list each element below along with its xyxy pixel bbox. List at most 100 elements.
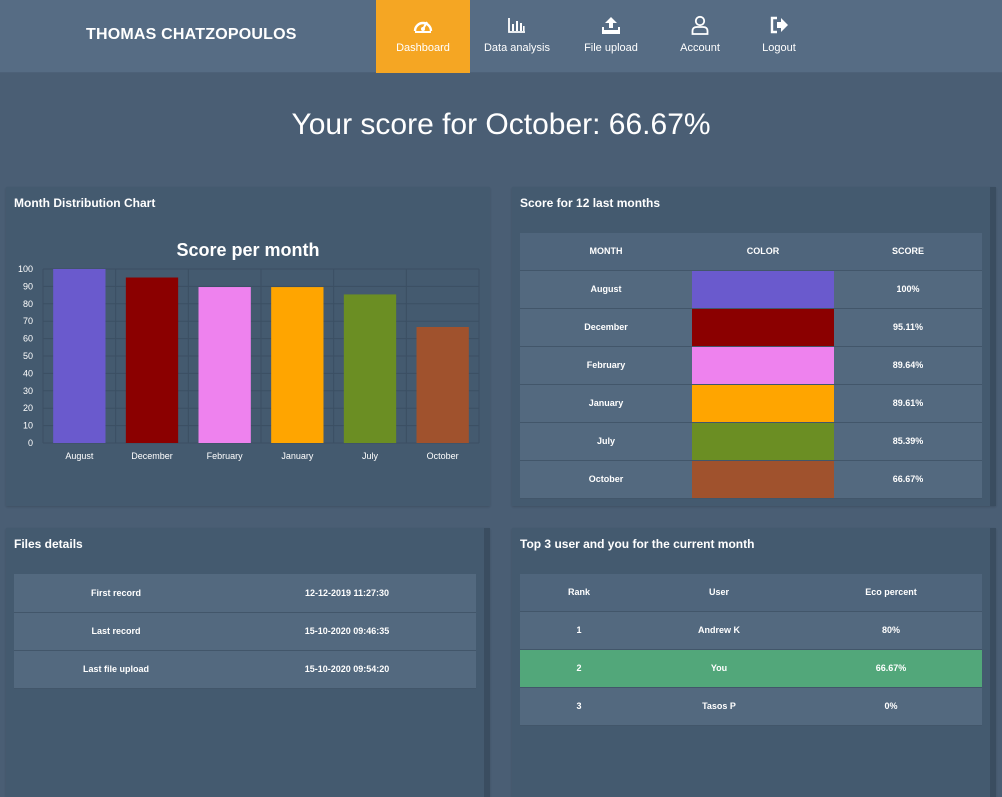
- user-cell: Andrew K: [638, 611, 800, 650]
- panel-scrollbar[interactable]: [990, 187, 996, 506]
- x-tick-label: January: [281, 451, 314, 461]
- table-row: December 95.11%: [520, 308, 982, 347]
- y-tick-label: 10: [23, 421, 33, 431]
- eco-percent-cell: 0%: [800, 687, 982, 726]
- table-row: Last record 15-10-2020 09:46:35: [14, 612, 476, 651]
- nav-dashboard-label: Dashboard: [396, 42, 450, 54]
- score-column-header: SCORE: [834, 233, 982, 271]
- months-score-table: MONTH COLOR SCORE August 100% December 9…: [520, 233, 982, 499]
- score-cell: 66.67%: [834, 460, 982, 499]
- y-tick-label: 20: [23, 403, 33, 413]
- bar-july[interactable]: [343, 294, 397, 443]
- bar-january[interactable]: [271, 287, 324, 443]
- x-tick-label: August: [65, 451, 94, 461]
- score-cell: 85.39%: [834, 422, 982, 461]
- score-per-month-chart: Score per month 0 10 20 30 40 50 60 70 80 90 100 A…: [18, 240, 480, 461]
- month-cell: January: [520, 384, 692, 423]
- color-cell: [692, 308, 834, 347]
- color-swatch: [692, 460, 834, 498]
- score-cell: 89.61%: [834, 384, 982, 423]
- nav-logout-label: Logout: [762, 42, 796, 54]
- y-tick-label: 60: [23, 334, 33, 344]
- table-row: 3 Tasos P 0%: [520, 687, 982, 726]
- month-distribution-panel: Month Distribution Chart Score per month…: [6, 187, 490, 506]
- nav-data-analysis[interactable]: Data analysis: [470, 0, 564, 73]
- score-cell: 89.64%: [834, 346, 982, 385]
- y-tick-label: 100: [18, 264, 33, 274]
- detail-label: Last file upload: [14, 650, 218, 689]
- nav-dashboard[interactable]: Dashboard: [376, 0, 470, 73]
- user-icon: [689, 14, 711, 36]
- logout-icon: [768, 14, 790, 36]
- x-tick-label: December: [131, 451, 173, 461]
- upload-icon: [600, 14, 622, 36]
- user-name-brand: THOMAS CHATZOPOULOS: [86, 26, 297, 43]
- files-details-table: First record 12-12-2019 11:27:30 Last re…: [14, 574, 476, 689]
- table-row: 1 Andrew K 80%: [520, 611, 982, 650]
- nav-file-upload[interactable]: File upload: [564, 0, 658, 73]
- nav-logout[interactable]: Logout: [742, 0, 816, 73]
- rank-cell: 1: [520, 611, 638, 650]
- nav-data-analysis-label: Data analysis: [483, 42, 551, 54]
- month-cell: August: [520, 270, 692, 309]
- nav-account[interactable]: Account: [658, 0, 742, 73]
- color-swatch: [692, 308, 834, 346]
- detail-value: 15-10-2020 09:54:20: [218, 650, 476, 689]
- y-tick-label: 0: [28, 438, 33, 448]
- table-row: January 89.61%: [520, 384, 982, 423]
- table-row: October 66.67%: [520, 460, 982, 499]
- color-swatch: [692, 384, 834, 422]
- x-tick-label: July: [362, 451, 379, 461]
- user-cell: Tasos P: [638, 687, 800, 726]
- chart-title: Score per month: [176, 240, 319, 260]
- month-column-header: MONTH: [520, 233, 692, 271]
- color-column-header: COLOR: [692, 233, 834, 271]
- eco-percent-cell: 80%: [800, 611, 982, 650]
- table-row: Last file upload 15-10-2020 09:54:20: [14, 650, 476, 689]
- rank-cell: 2: [520, 649, 638, 688]
- color-swatch: [692, 422, 834, 460]
- detail-value: 12-12-2019 11:27:30: [218, 574, 476, 613]
- eco-percent-column-header: Eco percent: [800, 574, 982, 612]
- bar-december[interactable]: [125, 277, 179, 443]
- color-cell: [692, 270, 834, 309]
- nav-account-label: Account: [680, 42, 720, 54]
- detail-label: Last record: [14, 612, 218, 651]
- y-tick-label: 50: [23, 351, 33, 361]
- color-cell: [692, 422, 834, 461]
- bar-august[interactable]: [53, 269, 106, 443]
- top-users-table: Rank User Eco percent 1 Andrew K 80% 2 Y…: [520, 574, 982, 726]
- y-tick-label: 40: [23, 368, 33, 378]
- month-cell: February: [520, 346, 692, 385]
- bar-october[interactable]: [416, 326, 469, 443]
- table-row: August 100%: [520, 270, 982, 309]
- bar-chart-icon: [506, 14, 528, 36]
- x-tick-label: October: [427, 451, 459, 461]
- month-cell: October: [520, 460, 692, 499]
- y-tick-label: 90: [23, 281, 33, 291]
- y-tick-label: 80: [23, 299, 33, 309]
- panel-scrollbar[interactable]: [990, 528, 996, 797]
- eco-percent-cell: 66.67%: [800, 649, 982, 688]
- color-swatch: [692, 346, 834, 384]
- score-cell: 95.11%: [834, 308, 982, 347]
- bar-february[interactable]: [198, 287, 251, 443]
- rank-cell: 3: [520, 687, 638, 726]
- last-months-score-panel: Score for 12 last months MONTH COLOR SCO…: [512, 187, 996, 506]
- y-tick-label: 70: [23, 316, 33, 326]
- monthly-score-heading: Your score for October: 66.67%: [291, 108, 711, 141]
- color-cell: [692, 460, 834, 499]
- table-row: July 85.39%: [520, 422, 982, 461]
- x-tick-label: February: [207, 451, 244, 461]
- color-cell: [692, 384, 834, 423]
- user-cell: You: [638, 649, 800, 688]
- detail-label: First record: [14, 574, 218, 613]
- y-tick-label: 30: [23, 386, 33, 396]
- rank-column-header: Rank: [520, 574, 638, 612]
- user-column-header: User: [638, 574, 800, 612]
- panel-scrollbar[interactable]: [484, 528, 490, 797]
- last-months-score-title: Score for 12 last months: [520, 196, 661, 210]
- detail-value: 15-10-2020 09:46:35: [218, 612, 476, 651]
- current-user-row: 2 You 66.67%: [520, 649, 982, 688]
- month-cell: July: [520, 422, 692, 461]
